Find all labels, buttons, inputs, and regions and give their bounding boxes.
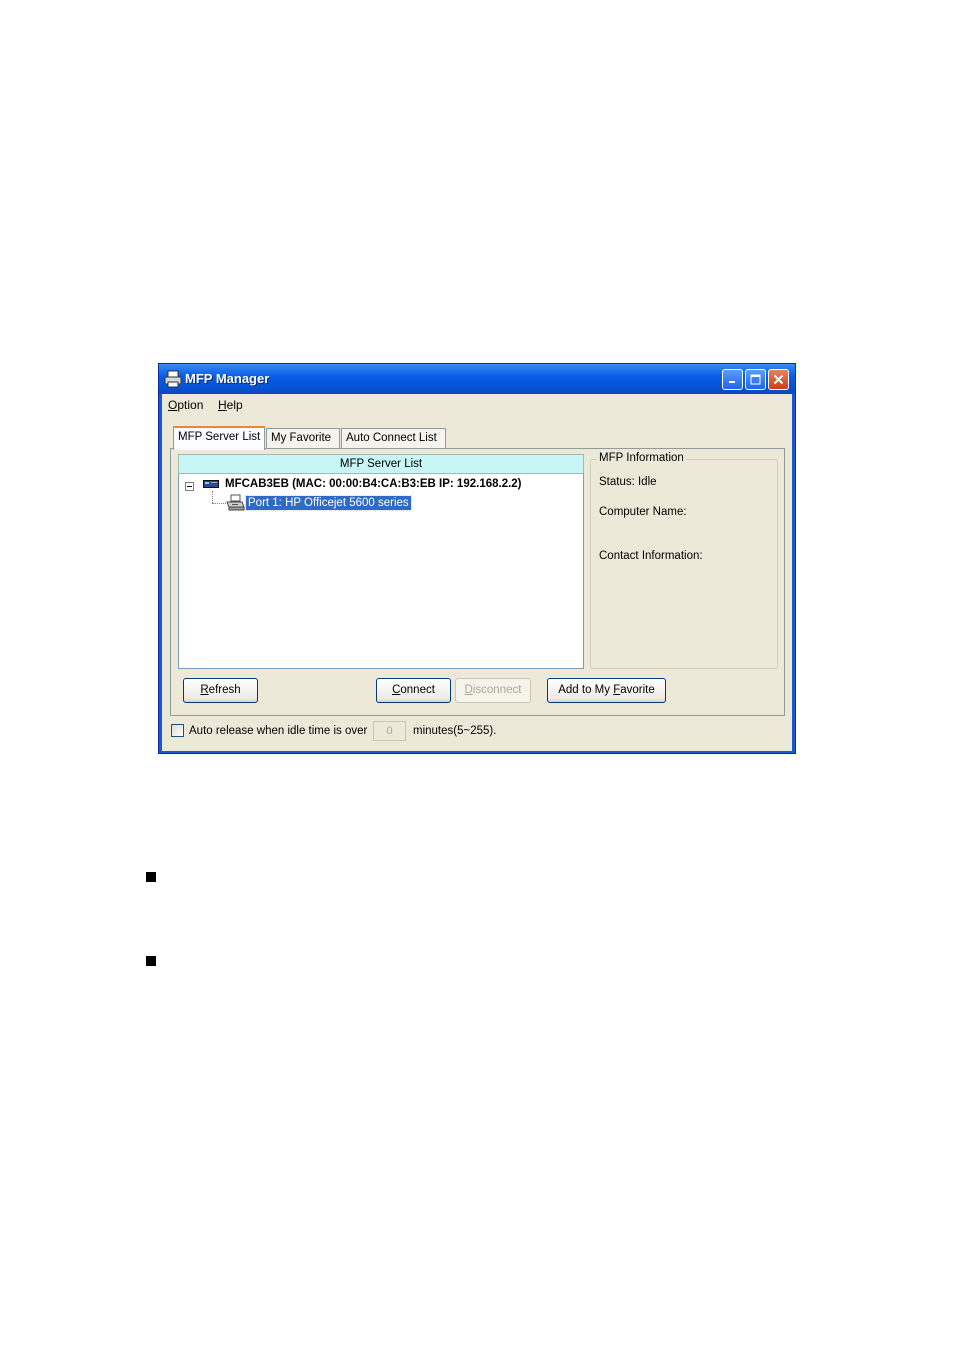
window-title: MFP Manager xyxy=(185,371,270,386)
tab-auto-connect-list[interactable]: Auto Connect List xyxy=(341,428,446,448)
menu-option-accel: O xyxy=(168,398,178,412)
mfp-information-caption: MFP Information xyxy=(597,452,686,464)
menu-option[interactable]: Option xyxy=(168,398,203,412)
port-node-label[interactable]: Port 1: HP Officejet 5600 series xyxy=(245,495,412,511)
server-list-header: MFP Server List xyxy=(178,454,584,474)
tab-mfp-server-list[interactable]: MFP Server List xyxy=(173,426,265,450)
menu-option-label: ption xyxy=(177,398,204,412)
bullet-marker xyxy=(146,872,156,882)
maximize-button[interactable] xyxy=(745,369,766,390)
tree-connector xyxy=(212,503,226,504)
disconnect-accel: D xyxy=(464,684,473,696)
bullet-marker xyxy=(146,956,156,966)
mfp-manager-window: MFP Manager Option Help MFP Server List … xyxy=(158,363,796,754)
tab-my-favorite[interactable]: My Favorite xyxy=(266,428,340,448)
status-text: Status: Idle xyxy=(599,476,657,488)
refresh-label: efresh xyxy=(208,684,241,696)
mfp-information-group: MFP Information Status: Idle Computer Na… xyxy=(590,452,778,669)
minimize-button[interactable] xyxy=(722,369,743,390)
server-icon[interactable] xyxy=(203,479,219,489)
contact-information-text: Contact Information: xyxy=(599,550,703,562)
menu-bar: Option Help xyxy=(162,394,792,416)
disconnect-label: isconnect xyxy=(472,684,522,696)
close-icon xyxy=(773,374,784,385)
maximize-icon xyxy=(750,374,761,385)
computer-name-text: Computer Name: xyxy=(599,506,687,518)
window-client-area: Option Help MFP Server List My Favorite … xyxy=(162,394,792,751)
auto-release-checkbox[interactable] xyxy=(171,724,184,737)
title-bar[interactable]: MFP Manager xyxy=(159,364,795,394)
add-favorite-label: avorite xyxy=(620,684,655,696)
menu-help-accel: H xyxy=(218,398,227,412)
idle-minutes-input[interactable]: 0 xyxy=(373,721,406,741)
close-button[interactable] xyxy=(768,369,789,390)
minutes-range-label: minutes(5~255). xyxy=(413,725,497,737)
auto-release-row: Auto release when idle time is over 0 mi… xyxy=(162,720,792,742)
printer-icon[interactable] xyxy=(225,494,245,512)
server-list-tree[interactable]: MFCAB3EB (MAC: 00:00:B4:CA:B3:EB IP: 192… xyxy=(178,474,584,669)
add-favorite-prefix: Add to My xyxy=(558,684,614,696)
connect-button[interactable]: Connect xyxy=(376,678,451,703)
menu-help-label: elp xyxy=(226,398,243,412)
refresh-button[interactable]: Refresh xyxy=(183,678,258,703)
minimize-icon xyxy=(729,381,735,383)
collapse-toggle-icon[interactable] xyxy=(185,482,194,491)
tree-connector xyxy=(212,491,213,503)
auto-release-label[interactable]: Auto release when idle time is over xyxy=(189,725,367,737)
server-node-label[interactable]: MFCAB3EB (MAC: 00:00:B4:CA:B3:EB IP: 192… xyxy=(225,478,522,490)
disconnect-button[interactable]: Disconnect xyxy=(455,678,531,703)
connect-label: onnect xyxy=(400,684,435,696)
tab-panel: MFP Server List MFCAB3EB (MAC: 00:00:B4:… xyxy=(170,448,785,716)
menu-help[interactable]: Help xyxy=(218,398,243,412)
refresh-accel: R xyxy=(200,684,209,696)
printer-app-icon xyxy=(164,370,182,388)
add-to-favorite-button[interactable]: Add to My Favorite xyxy=(547,678,666,703)
